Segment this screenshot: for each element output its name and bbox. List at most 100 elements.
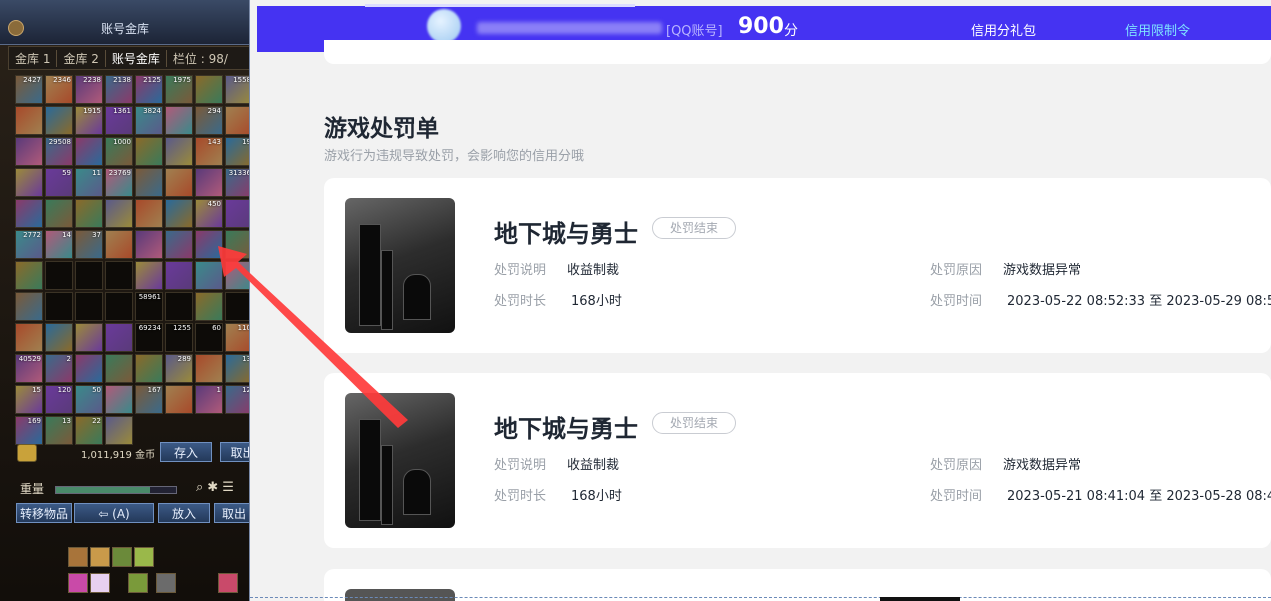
inventory-slot[interactable]: [195, 261, 223, 290]
inventory-slot[interactable]: [75, 354, 103, 383]
inventory-slot[interactable]: 37: [75, 230, 103, 259]
inventory-slot[interactable]: [135, 168, 163, 197]
quick-slot[interactable]: [90, 573, 110, 593]
inventory-slot[interactable]: [45, 323, 73, 352]
quick-slot[interactable]: [68, 573, 88, 593]
inventory-slot[interactable]: 2: [45, 354, 73, 383]
inventory-slot[interactable]: [165, 230, 193, 259]
inventory-slot[interactable]: [105, 230, 133, 259]
transfer-items-button[interactable]: 转移物品: [16, 503, 72, 523]
inventory-slot[interactable]: [75, 137, 103, 166]
put-in-button[interactable]: 放入: [158, 503, 210, 523]
inventory-slot[interactable]: [45, 199, 73, 228]
deposit-button[interactable]: 存入: [160, 442, 212, 462]
inventory-slot[interactable]: [15, 106, 43, 135]
inventory-slot[interactable]: [225, 106, 250, 135]
inventory-slot[interactable]: [15, 323, 43, 352]
inventory-slot[interactable]: 289: [165, 354, 193, 383]
inventory-slot[interactable]: 58961: [135, 292, 163, 321]
inventory-slot[interactable]: 1558: [225, 75, 250, 104]
quick-slot[interactable]: [112, 547, 132, 567]
inventory-slot[interactable]: [75, 261, 103, 290]
inventory-slot[interactable]: [15, 199, 43, 228]
transfer-mode-button[interactable]: ⇦ (A): [74, 503, 154, 523]
inventory-slot[interactable]: [195, 292, 223, 321]
inventory-slot[interactable]: 19: [225, 137, 250, 166]
quick-slot[interactable]: [128, 573, 148, 593]
inventory-slot[interactable]: [195, 75, 223, 104]
inventory-slot[interactable]: [75, 323, 103, 352]
inventory-slot[interactable]: 3824: [135, 106, 163, 135]
inventory-slot[interactable]: [165, 261, 193, 290]
inventory-slot[interactable]: [15, 168, 43, 197]
inventory-slot[interactable]: [195, 230, 223, 259]
quick-slot[interactable]: [68, 547, 88, 567]
inventory-slot[interactable]: 23769: [105, 168, 133, 197]
inventory-slot[interactable]: [165, 106, 193, 135]
inventory-slot[interactable]: 120: [45, 385, 73, 414]
inventory-slot[interactable]: [45, 261, 73, 290]
gear-icon[interactable]: ✱: [207, 480, 222, 495]
inventory-slot[interactable]: [75, 292, 103, 321]
inventory-slot[interactable]: 50: [75, 385, 103, 414]
inventory-slot[interactable]: [135, 137, 163, 166]
list-icon[interactable]: ☰: [222, 480, 238, 495]
inventory-slot[interactable]: 1: [195, 385, 223, 414]
nav-credit-gift[interactable]: 信用分礼包: [971, 20, 1036, 39]
quick-slot[interactable]: [90, 547, 110, 567]
inventory-slot[interactable]: 14: [45, 230, 73, 259]
inventory-slot[interactable]: 167: [135, 385, 163, 414]
inventory-slot[interactable]: 2238: [75, 75, 103, 104]
tab-account-vault[interactable]: 账号金库: [106, 49, 167, 67]
inventory-slot[interactable]: [105, 416, 133, 445]
inventory-slot[interactable]: 59: [45, 168, 73, 197]
inventory-slot[interactable]: [135, 354, 163, 383]
withdraw-button-2[interactable]: 取出: [214, 503, 250, 523]
inventory-slot[interactable]: [195, 168, 223, 197]
inventory-slot[interactable]: [75, 199, 103, 228]
inventory-slot[interactable]: 40529: [15, 354, 43, 383]
inventory-slot[interactable]: [45, 106, 73, 135]
inventory-slot[interactable]: 31336: [225, 168, 250, 197]
inventory-slot[interactable]: [165, 385, 193, 414]
inventory-slot[interactable]: [225, 230, 250, 259]
inventory-slot[interactable]: [15, 261, 43, 290]
inventory-slot[interactable]: 12: [225, 385, 250, 414]
inventory-slot[interactable]: 29508: [45, 137, 73, 166]
inventory-slot[interactable]: 1361: [105, 106, 133, 135]
tab-vault-1[interactable]: 金库 1: [9, 49, 58, 67]
inventory-slot[interactable]: [165, 137, 193, 166]
quick-slot[interactable]: [134, 547, 154, 567]
inventory-slot[interactable]: 1915: [75, 106, 103, 135]
inventory-slot[interactable]: [15, 137, 43, 166]
withdraw-button[interactable]: 取出: [220, 442, 250, 462]
inventory-slot[interactable]: 1255: [165, 323, 193, 352]
inventory-slot[interactable]: 15: [15, 385, 43, 414]
inventory-slot[interactable]: [165, 168, 193, 197]
inventory-slot[interactable]: 22: [75, 416, 103, 445]
inventory-slot[interactable]: [195, 354, 223, 383]
inventory-slot[interactable]: 1000: [105, 137, 133, 166]
inventory-slot[interactable]: 2138: [105, 75, 133, 104]
inventory-slot[interactable]: [105, 292, 133, 321]
inventory-slot[interactable]: [105, 385, 133, 414]
inventory-slot[interactable]: [45, 292, 73, 321]
inventory-slot[interactable]: [135, 230, 163, 259]
inventory-slot[interactable]: [105, 261, 133, 290]
search-icon[interactable]: ⌕: [196, 480, 207, 495]
inventory-slot[interactable]: [225, 261, 250, 290]
inventory-slot[interactable]: 2125: [135, 75, 163, 104]
quick-slot[interactable]: [156, 573, 176, 593]
inventory-slot[interactable]: [165, 292, 193, 321]
inventory-slot[interactable]: 69234: [135, 323, 163, 352]
inventory-slot[interactable]: 13: [45, 416, 73, 445]
inventory-slot[interactable]: 169: [15, 416, 43, 445]
inventory-slot[interactable]: 2427: [15, 75, 43, 104]
inventory-slot[interactable]: 11: [75, 168, 103, 197]
inventory-slot[interactable]: [165, 199, 193, 228]
inventory-slot[interactable]: [105, 199, 133, 228]
inventory-slot[interactable]: [225, 292, 250, 321]
inventory-slot[interactable]: 13: [225, 354, 250, 383]
inventory-slot[interactable]: 110: [225, 323, 250, 352]
nav-credit-restriction[interactable]: 信用限制令: [1125, 20, 1190, 39]
